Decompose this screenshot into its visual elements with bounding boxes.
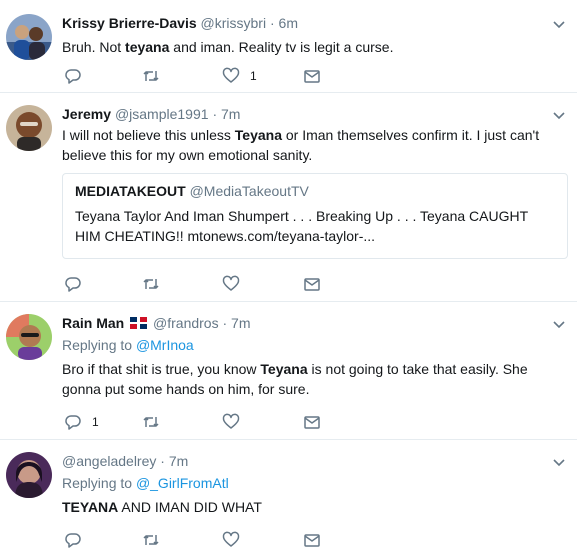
retweet-button[interactable] xyxy=(142,412,160,432)
retweet-icon xyxy=(143,417,159,427)
display-name[interactable]: Rain Man xyxy=(62,315,124,331)
tweet-text: I will not believe this unless Teyana or… xyxy=(62,125,563,165)
reply-icon xyxy=(65,69,81,84)
envelope-icon xyxy=(304,278,320,291)
tweet-header: Jeremy @jsample1991 · 7m xyxy=(62,105,563,123)
chevron-down-icon[interactable] xyxy=(551,454,567,470)
separator-dot: · xyxy=(212,106,218,122)
tweet-feed: Krissy Brierre-Davis @krissybri · 6m Bru… xyxy=(0,0,577,560)
tweet-text: TEYANA AND IMAN DID WHAT xyxy=(62,497,563,517)
envelope-icon xyxy=(304,70,320,83)
chevron-down-icon[interactable] xyxy=(551,107,567,123)
tweet-text-highlight: teyana xyxy=(125,39,170,55)
tweet-text-part: and iman. Reality tv is legit a curse. xyxy=(169,39,394,55)
timestamp[interactable]: 7m xyxy=(169,453,188,469)
quoted-tweet-header: MEDIATAKEOUT @MediaTakeoutTV xyxy=(75,182,555,200)
replying-to-link[interactable]: @MrInoa xyxy=(136,337,194,353)
reply-button[interactable] xyxy=(64,274,82,294)
tweet-actions xyxy=(62,530,362,550)
tweet-header: Rain Man @frandros · 7m xyxy=(62,314,563,332)
tweet-text: Bro if that shit is true, you know Teyan… xyxy=(62,359,563,399)
tweet[interactable]: Jeremy @jsample1991 · 7m I will not beli… xyxy=(0,93,577,302)
replying-to: Replying to @MrInoa xyxy=(62,336,563,354)
timestamp[interactable]: 7m xyxy=(231,315,250,331)
tweet-text-highlight: TEYANA xyxy=(62,499,119,515)
reply-icon xyxy=(65,277,81,292)
dominican-republic-flag-icon xyxy=(130,317,148,329)
reply-button[interactable] xyxy=(64,530,82,550)
tweet[interactable]: @angeladelrey · 7m Replying to @_GirlFro… xyxy=(0,440,577,560)
tweet-text-highlight: Teyana xyxy=(234,127,282,143)
quoted-tweet-text: Teyana Taylor And Iman Shumpert . . . Br… xyxy=(75,208,528,244)
username[interactable]: @angeladelrey xyxy=(62,453,156,469)
reply-count: 1 xyxy=(92,415,99,429)
username[interactable]: @krissybri xyxy=(201,15,267,31)
reply-button[interactable] xyxy=(64,66,82,86)
like-button[interactable] xyxy=(222,530,240,550)
like-count: 1 xyxy=(250,69,257,83)
retweet-button[interactable] xyxy=(142,274,160,294)
replying-to-link[interactable]: @_GirlFromAtl xyxy=(136,475,229,491)
tweet[interactable]: Krissy Brierre-Davis @krissybri · 6m Bru… xyxy=(0,0,577,93)
envelope-icon xyxy=(304,534,320,547)
heart-icon xyxy=(222,531,240,547)
separator-dot: · xyxy=(222,315,228,331)
heart-icon xyxy=(222,275,240,291)
username[interactable]: @frandros xyxy=(153,315,219,331)
tweet-text-part: I will not believe this unless xyxy=(62,127,235,143)
username[interactable]: @jsample1991 xyxy=(115,106,209,122)
heart-icon xyxy=(222,413,240,429)
tweet-actions: 1 xyxy=(62,66,362,86)
tweet-header: @angeladelrey · 7m xyxy=(62,452,563,470)
quoted-username: @MediaTakeoutTV xyxy=(189,183,309,199)
heart-icon xyxy=(222,67,240,83)
avatar[interactable] xyxy=(6,452,52,498)
timestamp[interactable]: 6m xyxy=(279,15,298,31)
replying-to-label: Replying to xyxy=(62,337,133,353)
avatar[interactable] xyxy=(6,314,52,360)
replying-to-label: Replying to xyxy=(62,475,133,491)
dm-button[interactable] xyxy=(303,530,321,550)
avatar[interactable] xyxy=(6,14,52,60)
dm-button[interactable] xyxy=(303,66,321,86)
tweet-text-highlight: Teyana xyxy=(260,361,308,377)
like-button[interactable]: 1 xyxy=(222,66,257,86)
envelope-icon xyxy=(304,416,320,429)
replying-to: Replying to @_GirlFromAtl xyxy=(62,474,563,492)
dm-button[interactable] xyxy=(303,412,321,432)
chevron-down-icon[interactable] xyxy=(551,16,567,32)
tweet-actions xyxy=(62,274,362,294)
tweet-text: Bruh. Not teyana and iman. Reality tv is… xyxy=(62,37,563,57)
tweet-actions: 1 xyxy=(62,412,362,432)
retweet-button[interactable] xyxy=(142,66,160,86)
separator-dot: · xyxy=(160,453,165,469)
quoted-display-name: MEDIATAKEOUT xyxy=(75,183,186,199)
retweet-icon xyxy=(143,535,159,545)
retweet-button[interactable] xyxy=(142,530,160,550)
tweet-header: Krissy Brierre-Davis @krissybri · 6m xyxy=(62,14,563,32)
tweet-text-part: Bruh. Not xyxy=(62,39,126,55)
dm-button[interactable] xyxy=(303,274,321,294)
tweet-text-part: AND IMAN DID WHAT xyxy=(118,499,262,515)
display-name[interactable]: Krissy Brierre-Davis xyxy=(62,15,197,31)
retweet-icon xyxy=(143,279,159,289)
retweet-icon xyxy=(143,71,159,81)
reply-icon xyxy=(65,415,81,430)
reply-icon xyxy=(65,533,81,548)
like-button[interactable] xyxy=(222,274,240,294)
reply-button[interactable]: 1 xyxy=(64,412,99,432)
avatar[interactable] xyxy=(6,105,52,151)
quoted-tweet[interactable]: MEDIATAKEOUT @MediaTakeoutTV Teyana Tayl… xyxy=(62,173,568,259)
timestamp[interactable]: 7m xyxy=(221,106,240,122)
display-name[interactable]: Jeremy xyxy=(62,106,111,122)
like-button[interactable] xyxy=(222,412,240,432)
tweet-text-part: Bro if that shit is true, you know xyxy=(62,361,261,377)
tweet[interactable]: Rain Man @frandros · 7m Replying to @MrI… xyxy=(0,302,577,440)
separator-dot: · xyxy=(269,15,275,31)
chevron-down-icon[interactable] xyxy=(551,316,567,332)
